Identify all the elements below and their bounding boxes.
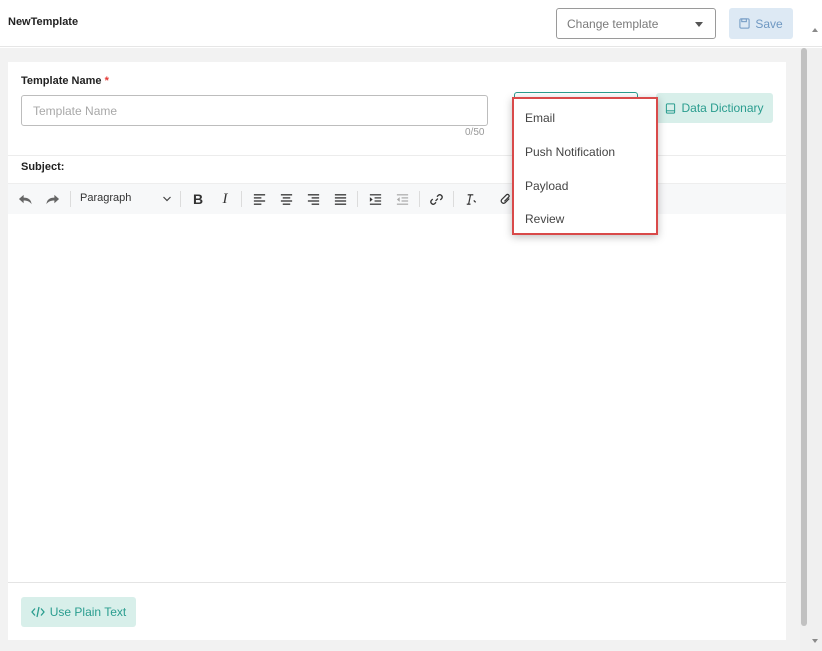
page-title: NewTemplate bbox=[8, 16, 79, 28]
scroll-down-icon[interactable] bbox=[812, 639, 818, 643]
italic-icon[interactable]: I bbox=[216, 190, 234, 208]
outdent-icon[interactable] bbox=[393, 190, 411, 208]
align-right-icon[interactable] bbox=[304, 190, 322, 208]
align-center-icon[interactable] bbox=[277, 190, 295, 208]
block-format-select[interactable]: Paragraph bbox=[80, 192, 174, 208]
menu-item-payload[interactable]: Payload bbox=[514, 171, 656, 201]
change-template-select[interactable]: Change template bbox=[556, 8, 716, 39]
scrollbar-thumb[interactable] bbox=[801, 48, 807, 626]
divider bbox=[8, 582, 786, 583]
required-marker: * bbox=[104, 75, 109, 87]
data-dictionary-label: Data Dictionary bbox=[681, 101, 764, 115]
use-plain-text-button[interactable]: Use Plain Text bbox=[21, 597, 136, 627]
toolbar-separator bbox=[180, 191, 181, 207]
undo-icon[interactable] bbox=[16, 190, 34, 208]
toolbar-separator bbox=[453, 191, 454, 207]
template-name-label: Template Name * bbox=[21, 75, 109, 87]
toolbar-separator bbox=[419, 191, 420, 207]
save-icon bbox=[739, 18, 750, 29]
divider bbox=[8, 155, 786, 156]
character-count: 0/50 bbox=[465, 127, 485, 138]
toolbar-separator bbox=[70, 191, 71, 207]
change-template-placeholder: Change template bbox=[567, 17, 659, 31]
header-bar: NewTemplate Change template Save bbox=[0, 0, 822, 47]
indent-icon[interactable] bbox=[366, 190, 384, 208]
clear-format-icon[interactable] bbox=[461, 190, 479, 208]
bold-icon[interactable]: B bbox=[189, 190, 207, 208]
redo-icon[interactable] bbox=[43, 190, 61, 208]
editor-toolbar: Paragraph B I bbox=[8, 183, 786, 214]
template-name-placeholder: Template Name bbox=[33, 104, 118, 118]
use-plain-text-label: Use Plain Text bbox=[49, 605, 127, 619]
block-format-value: Paragraph bbox=[80, 192, 132, 204]
scroll-up-icon[interactable] bbox=[812, 28, 818, 32]
template-form-card: Template Name * Template Name 0/50 Data … bbox=[8, 62, 786, 640]
save-button-label: Save bbox=[755, 16, 783, 31]
align-left-icon[interactable] bbox=[250, 190, 268, 208]
menu-item-email[interactable]: Email bbox=[514, 103, 656, 133]
save-button[interactable]: Save bbox=[729, 8, 793, 39]
menu-item-push-notification[interactable]: Push Notification bbox=[514, 137, 656, 167]
align-justify-icon[interactable] bbox=[331, 190, 349, 208]
menu-item-review[interactable]: Review bbox=[514, 204, 656, 234]
toolbar-separator bbox=[357, 191, 358, 207]
template-type-dropdown-menu: Email Push Notification Payload Review bbox=[512, 97, 658, 235]
data-dictionary-button[interactable]: Data Dictionary bbox=[656, 93, 773, 123]
link-icon[interactable] bbox=[427, 190, 445, 208]
chevron-down-icon bbox=[163, 196, 171, 202]
caret-down-icon bbox=[695, 22, 703, 27]
template-name-input[interactable]: Template Name bbox=[21, 95, 488, 126]
template-name-label-text: Template Name bbox=[21, 75, 102, 87]
code-icon bbox=[30, 606, 45, 618]
subject-label: Subject: bbox=[21, 161, 65, 173]
vertical-scrollbar[interactable] bbox=[800, 48, 822, 651]
rich-text-editor[interactable] bbox=[8, 214, 786, 583]
toolbar-separator bbox=[241, 191, 242, 207]
book-icon bbox=[666, 102, 676, 114]
